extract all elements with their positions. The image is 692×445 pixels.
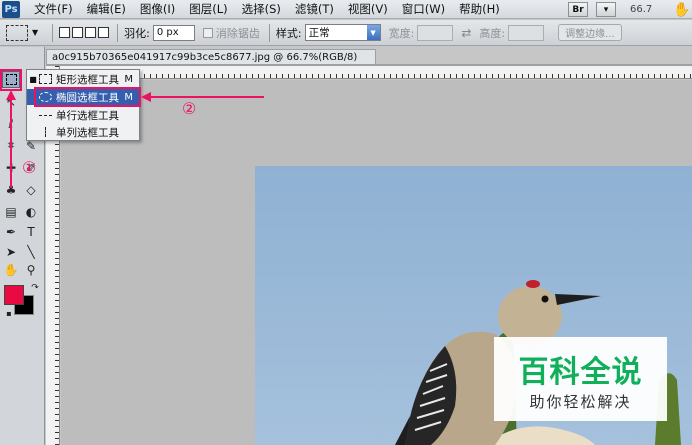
watermark-title: 百科全说 <box>518 355 643 390</box>
watermark: 百科全说 助你轻松解决 <box>494 337 667 421</box>
annotation-step1: ① <box>22 158 37 177</box>
watermark-subtitle: 助你轻松解决 <box>529 393 632 411</box>
annotation-step2: ② <box>182 99 197 118</box>
